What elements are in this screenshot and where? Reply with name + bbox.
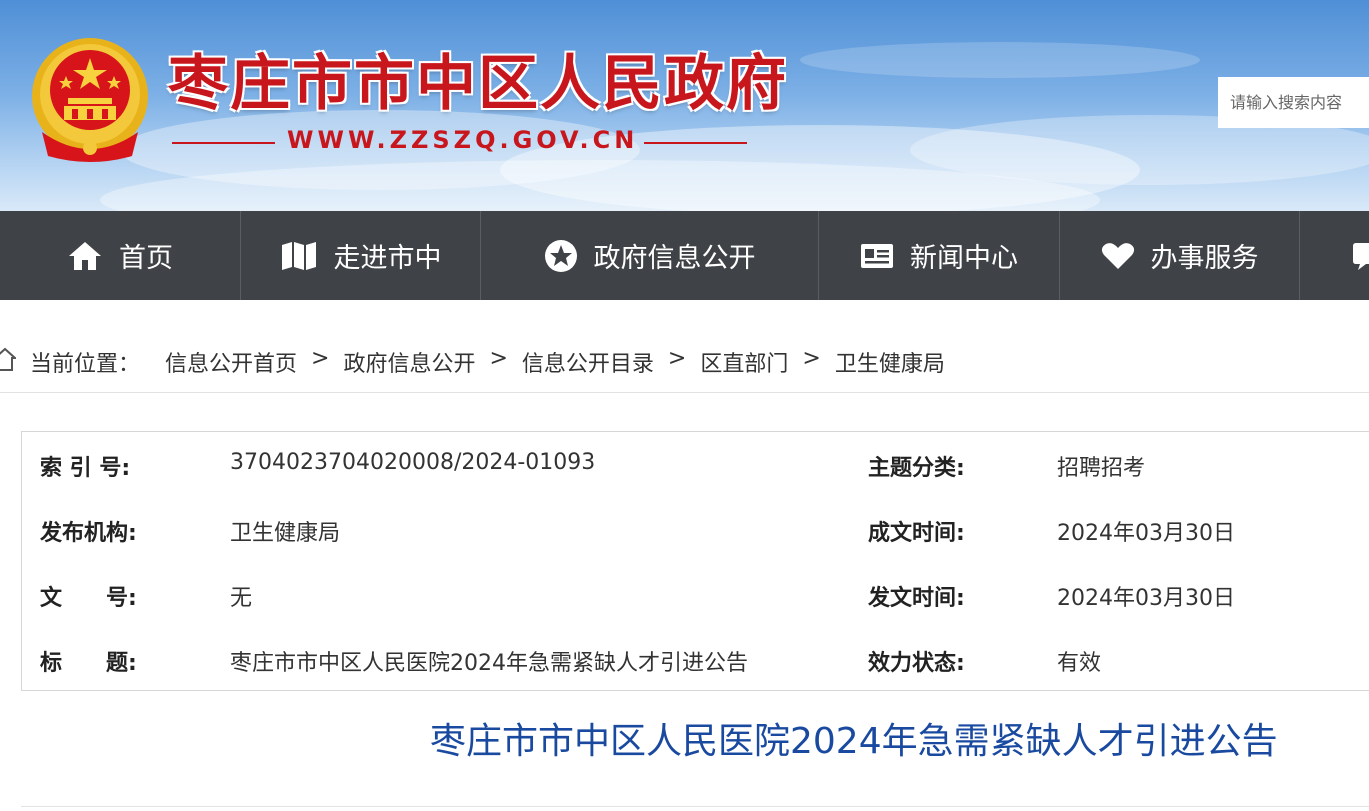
breadcrumb-separator: > <box>802 346 821 371</box>
title-value: 枣庄市市中区人民医院2024年急需紧缺人才引进公告 <box>230 651 748 676</box>
metadata-table: 索 引 号: 3704023704020008/2024-01093 主题分类:… <box>21 431 1369 691</box>
breadcrumb-label: 当前位置： <box>30 352 141 377</box>
url-divider-left <box>172 142 275 144</box>
document-number-label: 文 号: <box>40 586 137 611</box>
chat-bubble-icon <box>1353 242 1369 270</box>
home-outline-icon <box>0 347 16 371</box>
heart-icon <box>1101 242 1134 269</box>
topic-category-value: 招聘招考 <box>1057 456 1146 481</box>
nav-item-services[interactable]: 办事服务 <box>1060 211 1300 300</box>
map-icon <box>281 241 316 270</box>
nav-item-label: 新闻中心 <box>910 243 1018 274</box>
star-circle-icon <box>544 239 577 272</box>
url-divider-right <box>644 142 747 144</box>
validity-status-value: 有效 <box>1057 651 1102 676</box>
breadcrumb-separator: > <box>311 346 330 371</box>
breadcrumb-item-info-home[interactable]: 信息公开首页 <box>165 346 297 378</box>
nav-item-home[interactable]: 首页 <box>0 211 241 300</box>
id-card-icon <box>861 243 893 268</box>
metadata-row: 标 题: 枣庄市市中区人民医院2024年急需紧缺人才引进公告 效力状态: 有效 <box>22 627 1369 692</box>
breadcrumb-item-departments[interactable]: 区直部门 <box>700 346 788 378</box>
metadata-row: 发布机构: 卫生健康局 成文时间: 2024年03月30日 <box>22 497 1369 562</box>
metadata-row: 文 号: 无 发文时间: 2024年03月30日 <box>22 562 1369 627</box>
nav-item-news[interactable]: 新闻中心 <box>819 211 1060 300</box>
topic-category-label: 主题分类: <box>868 456 965 481</box>
site-url-row: WWW.ZZSZQ.GOV.CN <box>172 122 747 162</box>
breadcrumb-links: 信息公开首页 > 政府信息公开 > 信息公开目录 > 区直部门 > 卫生健康局 <box>165 346 945 378</box>
metadata-row: 索 引 号: 3704023704020008/2024-01093 主题分类:… <box>22 432 1369 497</box>
document-number-value: 无 <box>230 586 253 611</box>
index-number-label: 索 引 号: <box>40 456 131 481</box>
breadcrumb-divider <box>0 392 1369 393</box>
nav-item-gov-info[interactable]: 政府信息公开 <box>481 211 819 300</box>
site-header: 枣庄市市中区人民政府 WWW.ZZSZQ.GOV.CN <box>0 0 1369 211</box>
publisher-value: 卫生健康局 <box>230 521 341 546</box>
article-title: 枣庄市市中区人民医院2024年急需紧缺人才引进公告 <box>430 721 1278 762</box>
nav-item-more[interactable] <box>1300 211 1369 300</box>
nav-item-label: 政府信息公开 <box>593 243 756 274</box>
written-date-label: 成文时间: <box>868 521 965 546</box>
national-emblem-icon <box>32 38 148 162</box>
site-title[interactable]: 枣庄市市中区人民政府 <box>168 44 788 124</box>
index-number-value: 3704023704020008/2024-01093 <box>230 450 596 475</box>
nav-item-about[interactable]: 走进市中 <box>241 211 481 300</box>
breadcrumb-item-catalog[interactable]: 信息公开目录 <box>522 346 654 378</box>
breadcrumb-item-gov-info[interactable]: 政府信息公开 <box>343 346 475 378</box>
breadcrumb-separator: > <box>667 346 687 371</box>
nav-item-label: 办事服务 <box>1150 243 1259 274</box>
issue-date-label: 发文时间: <box>868 586 965 611</box>
main-nav: 首页 走进市中 政府信息公开 新闻中心 办事服务 <box>0 211 1369 300</box>
breadcrumb-separator: > <box>489 346 508 371</box>
breadcrumb: 当前位置： 信息公开首页 > 政府信息公开 > 信息公开目录 > 区直部门 > … <box>0 336 1369 392</box>
written-date-value: 2024年03月30日 <box>1057 521 1235 546</box>
title-label: 标 题: <box>40 651 137 676</box>
search-input[interactable] <box>1218 77 1369 128</box>
site-url: WWW.ZZSZQ.GOV.CN <box>287 126 639 154</box>
publisher-label: 发布机构: <box>40 521 137 546</box>
home-icon <box>69 241 101 270</box>
breadcrumb-item-health-bureau[interactable]: 卫生健康局 <box>835 346 945 378</box>
validity-status-label: 效力状态: <box>868 651 965 676</box>
article-title-divider <box>21 806 1369 807</box>
nav-item-label: 走进市中 <box>333 243 442 274</box>
nav-item-label: 首页 <box>119 243 173 274</box>
issue-date-value: 2024年03月30日 <box>1057 586 1235 611</box>
